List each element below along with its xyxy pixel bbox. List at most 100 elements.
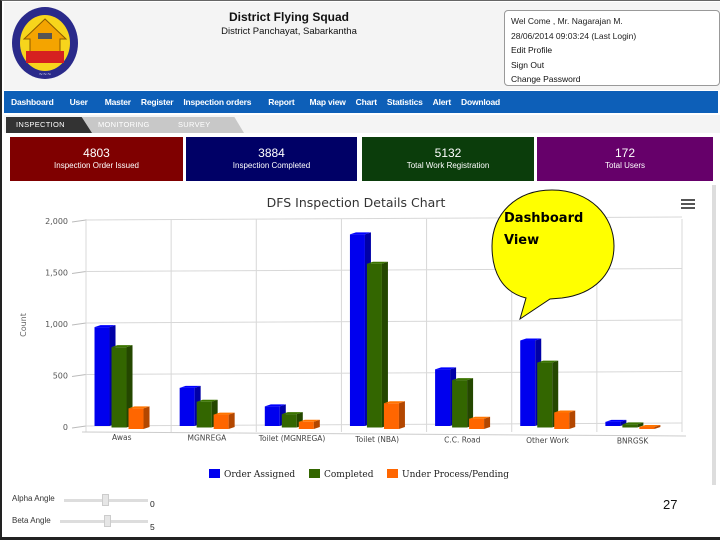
chart-menu-icon[interactable]	[681, 197, 695, 211]
bar-front	[452, 380, 468, 428]
y-tick-label: 1,000	[45, 320, 68, 329]
welcome-text: Wel Come , Mr. Nagarajan M.	[511, 16, 623, 26]
edit-profile-link[interactable]: Edit Profile	[511, 43, 713, 58]
bar-front	[349, 234, 365, 426]
legend-label: Completed	[324, 470, 374, 480]
stat-inspection-completed[interactable]: 3884 Inspection Completed	[186, 137, 357, 181]
tick-mark	[71, 322, 87, 326]
tick-mark	[71, 271, 87, 274]
slide-page-number: 27	[663, 497, 678, 512]
bar-front	[196, 401, 212, 428]
sign-out-link[interactable]: Sign Out	[511, 58, 713, 73]
bar-side	[228, 412, 235, 429]
bar-front	[622, 424, 638, 428]
nav-map-view[interactable]: Map view	[309, 97, 345, 107]
stat-value: 5132	[434, 146, 462, 160]
svg-text:~~~: ~~~	[39, 72, 52, 78]
nav-report[interactable]: Report	[268, 97, 294, 107]
legend-item[interactable]: Order Assigned	[209, 469, 295, 480]
y-tick-label: 2,000	[45, 217, 68, 226]
stat-label: Total Users	[604, 161, 645, 170]
page-header: ~~~ District Flying Squad District Panch…	[4, 2, 720, 90]
beta-angle-slider-thumb[interactable]	[104, 515, 112, 527]
stat-work-registration[interactable]: 5132 Total Work Registration	[362, 137, 534, 181]
callout-text: Dashboard View	[504, 208, 583, 252]
callout-line-2: View	[504, 233, 540, 248]
nav-user[interactable]: User	[70, 97, 88, 107]
nav-master[interactable]: Master	[105, 97, 131, 107]
slide-frame: ~~~ District Flying Squad District Panch…	[0, 0, 720, 540]
bar-front	[639, 426, 655, 429]
nav-chart[interactable]: Chart	[356, 97, 377, 107]
bar-front	[128, 408, 144, 429]
stat-orders-issued[interactable]: 4803 Inspection Order Issued	[10, 137, 183, 181]
legend-item[interactable]: Under Process/Pending	[387, 469, 509, 480]
main-nav: Dashboard User Master Register Inspectio…	[4, 91, 718, 113]
bar-side	[143, 406, 150, 429]
tab-inspection[interactable]: INSPECTION	[6, 117, 92, 133]
bar-side	[484, 416, 491, 429]
change-password-link[interactable]: Change Password	[511, 72, 713, 87]
tick-mark	[71, 219, 87, 223]
legend-swatch	[209, 469, 220, 478]
alpha-angle-label: Alpha Angle	[12, 494, 55, 503]
bar-front	[435, 369, 451, 426]
site-title: District Flying Squad	[228, 10, 349, 24]
nav-register[interactable]: Register	[141, 97, 174, 107]
bar-front	[469, 418, 485, 429]
x-tick-label: MGNREGA	[188, 434, 228, 443]
alpha-angle-slider-thumb[interactable]	[102, 494, 109, 506]
bar-front	[537, 362, 553, 428]
nav-statistics[interactable]: Statistics	[387, 97, 423, 107]
x-tick-label: Toilet (MGNREGA)	[258, 434, 326, 443]
bar-under-process-pending	[383, 401, 405, 429]
nav-dashboard[interactable]: Dashboard	[11, 97, 54, 107]
bar-front	[264, 406, 280, 426]
user-panel: Wel Come , Mr. Nagarajan M. 28/06/2014 0…	[504, 10, 720, 86]
tick-mark	[71, 425, 87, 429]
nav-download[interactable]: Download	[461, 97, 500, 107]
bar-front	[520, 340, 536, 426]
bar-front	[366, 263, 382, 428]
bar-under-process-pending	[469, 416, 491, 429]
nav-inspection-orders[interactable]: Inspection orders	[183, 97, 251, 107]
tick-mark	[71, 374, 87, 377]
last-login-text: 28/06/2014 09:03:24 (Last Login)	[511, 30, 637, 41]
x-tick-label: BNRGSK	[617, 437, 650, 446]
x-tick-label: Awas	[112, 433, 132, 442]
tab-monitoring[interactable]: MONITORING	[82, 117, 178, 133]
y-axis-ticks: 0 500 1,000 1,500 2,000	[45, 217, 68, 432]
bar-front	[111, 347, 127, 428]
stat-label: Inspection Order Issued	[54, 161, 139, 170]
x-tick-label: C.C. Road	[444, 435, 481, 444]
stat-value: 3884	[258, 146, 285, 160]
legend-swatch	[387, 469, 398, 478]
beta-angle-label: Beta Angle	[12, 516, 51, 525]
beta-angle-value: 5	[150, 522, 155, 532]
bar-front	[605, 421, 621, 426]
nav-alert[interactable]: Alert	[433, 97, 452, 107]
district-emblem-logo: ~~~	[12, 7, 78, 79]
bar-under-process-pending	[128, 406, 150, 429]
callout-line-1: Dashboard	[504, 211, 584, 226]
bar-under-process-pending	[554, 410, 576, 429]
y-tick-label: 1,500	[45, 269, 68, 278]
x-tick-label: Other Work	[526, 436, 569, 445]
stat-label: Inspection Completed	[232, 161, 311, 170]
stat-total-users[interactable]: 172 Total Users	[537, 137, 713, 181]
bar-front	[298, 421, 314, 429]
x-tick-label: Toilet (NBA)	[354, 435, 399, 444]
bar-front	[281, 414, 297, 428]
site-subtitle: District Panchayat, Sabarkantha	[221, 26, 357, 37]
legend-item[interactable]: Completed	[309, 469, 374, 480]
stat-value: 4803	[83, 146, 110, 160]
bar-side	[569, 410, 576, 429]
sub-tabs: SURVEY MONITORING INSPECTION	[4, 115, 720, 133]
stat-value: 172	[614, 146, 636, 160]
bar-front	[213, 414, 229, 429]
stats-row: 4803 Inspection Order Issued 3884 Inspec…	[4, 135, 720, 185]
y-axis-label: Count	[19, 313, 28, 337]
chart-title: DFS Inspection Details Chart	[267, 195, 446, 210]
page-scrollbar[interactable]	[712, 185, 716, 485]
legend-label: Under Process/Pending	[402, 470, 509, 480]
